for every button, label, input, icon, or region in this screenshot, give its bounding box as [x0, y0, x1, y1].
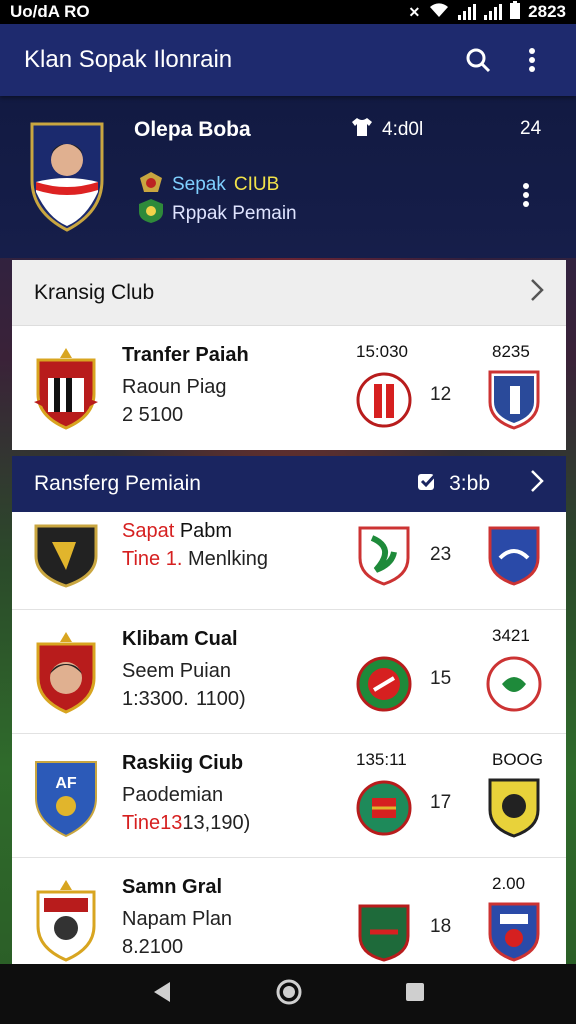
list-item[interactable]: Samn Gral Napam Plan 8.2100 18 2.00: [12, 858, 566, 964]
app-title: Klan Sopak Ilonrain: [24, 46, 233, 73]
item-subtitle-red: Tine 1.: [122, 548, 183, 570]
ranking-club-header[interactable]: Kransig Club: [12, 260, 566, 326]
player-position: Rppak Pemain: [138, 198, 297, 230]
transfer-badge: 3:bb: [417, 471, 490, 497]
battery-icon: [510, 0, 521, 24]
team-badge-icon: [356, 902, 412, 962]
item-value-rest: 13,190): [182, 812, 251, 834]
more-vert-icon[interactable]: [512, 40, 552, 80]
check-icon: [417, 471, 439, 497]
status-icons: ✕ 2823: [408, 0, 566, 24]
list-item[interactable]: Tranfer Paiah Raoun Piag 2 5100 15:030 1…: [12, 326, 566, 450]
item-right-number: 3421: [492, 626, 530, 645]
club-crest-icon: [32, 522, 100, 606]
player-name: Olepa Boba: [134, 118, 251, 141]
player-club: Sepak CIUB: [138, 170, 279, 200]
item-score: 17: [430, 792, 452, 813]
club-crest-icon: [32, 878, 100, 962]
item-score: 18: [430, 916, 452, 937]
chevron-right-icon: [530, 278, 544, 308]
chevron-right-icon: [530, 469, 544, 499]
item-right-number: 2.00: [492, 874, 526, 893]
item-subtitle-rest: Menlking: [187, 548, 269, 570]
transfer-badge-text: 3:bb: [449, 472, 490, 495]
status-left-text: Uo/dA RO: [10, 2, 90, 21]
item-subtitle: Paodemian: [122, 784, 224, 806]
item-title: Samn Gral: [122, 876, 223, 898]
club-logo-icon: [138, 170, 164, 200]
item-title-red: Sapat: [122, 520, 175, 542]
team-badge-icon: [356, 370, 412, 430]
team-badge-icon: [356, 654, 412, 714]
player-avatar[interactable]: [28, 120, 106, 232]
status-bar: Uo/dA RO ✕ 2823: [0, 0, 576, 24]
stat-label: 4:d0l: [382, 119, 424, 140]
recents-icon[interactable]: [404, 981, 426, 1008]
player-profile: Olepa Boba 4:d0l 24 Sepak CIUB Rppak Pem…: [0, 96, 576, 258]
opponent-badge-icon: [486, 776, 542, 838]
stat-number: 24: [520, 118, 542, 139]
section-title: Kransig Club: [34, 280, 155, 304]
item-title: Klibam Cual: [122, 628, 238, 650]
item-time: 15:030: [356, 342, 408, 361]
item-score: 23: [430, 544, 452, 565]
item-right-number: BOOG: [492, 750, 544, 769]
opponent-badge-icon: [486, 652, 542, 714]
team-badge-icon: [356, 778, 412, 838]
profile-more-icon[interactable]: [522, 182, 530, 213]
club-crest-icon: AF: [32, 754, 100, 838]
status-time: 2823: [528, 2, 566, 21]
item-value: 8.2100: [122, 936, 184, 958]
opponent-badge-icon: [486, 900, 542, 962]
app-bar: Klan Sopak Ilonrain: [0, 24, 576, 96]
position-badge-icon: [138, 198, 164, 230]
back-icon[interactable]: [150, 980, 174, 1009]
item-value: Tine1313,190): [122, 812, 250, 835]
player-stat: 4:d0l: [352, 118, 423, 142]
position-text: Rppak Pemain: [172, 203, 297, 224]
club-crest-icon: [32, 346, 100, 430]
list-item[interactable]: Klibam Cual Seem Puian 1:3300. 1100) 15 …: [12, 610, 566, 734]
opponent-badge-icon: [486, 524, 542, 586]
mute-icon: ✕: [408, 3, 421, 20]
item-subtitle: Tine 1. Menlking: [122, 548, 268, 571]
shirt-icon: [352, 118, 372, 142]
opponent-badge-icon: [486, 368, 542, 430]
team-badge-icon: [356, 524, 412, 586]
item-subtitle: Seem Puian: [122, 660, 231, 682]
svg-text:AF: AF: [55, 775, 77, 792]
item-score: 12: [430, 384, 452, 405]
system-nav-bar: [0, 964, 576, 1024]
item-subtitle: Raoun Piag: [122, 376, 227, 398]
item-value-red: Tine13: [122, 812, 183, 834]
search-icon[interactable]: [458, 40, 498, 80]
club-name-part1: Sepak: [172, 174, 226, 195]
item-subtitle: Napam Plan: [122, 908, 233, 930]
ranking-club-card: Kransig Club Tranfer Paiah Raoun Piag 2 …: [12, 260, 566, 450]
item-title: Tranfer Paiah: [122, 344, 249, 366]
transfer-player-card: Ransferg Pemiain 3:bb Sapat Pabm Tine 1.…: [12, 456, 566, 964]
item-title-rest: Pabm: [179, 520, 233, 542]
item-score: 15: [430, 668, 452, 689]
item-title: Sapat Pabm: [122, 520, 232, 543]
signal-icon: [458, 4, 477, 20]
transfer-header[interactable]: Ransferg Pemiain 3:bb: [12, 456, 566, 512]
item-time: 135:11: [356, 750, 407, 769]
club-name-part2: CIUB: [233, 174, 280, 195]
wifi-icon: [428, 2, 450, 23]
signal-icon-2: [484, 4, 503, 20]
home-icon[interactable]: [275, 978, 303, 1011]
item-value: 1:3300. 1100): [122, 688, 246, 710]
list-item[interactable]: AF Raskiig Ciub Paodemian Tine1313,190) …: [12, 734, 566, 858]
list-item[interactable]: Sapat Pabm Tine 1. Menlking 23: [12, 512, 566, 610]
item-title: Raskiig Ciub: [122, 752, 244, 774]
club-crest-icon: [32, 630, 100, 714]
item-right-number: 8235: [492, 342, 530, 361]
section-title: Ransferg Pemiain: [34, 472, 201, 495]
item-value: 2 5100: [122, 404, 184, 426]
